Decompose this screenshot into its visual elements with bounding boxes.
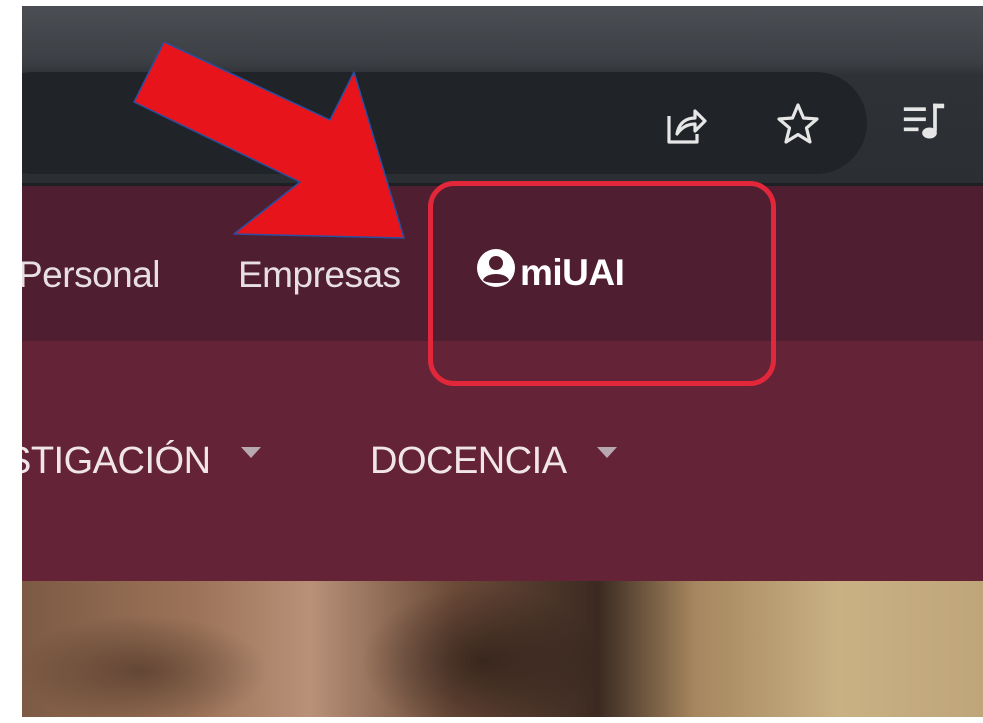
menu-item-label: STIGACIÓN <box>22 440 211 482</box>
star-icon[interactable] <box>776 102 820 146</box>
screenshot-frame: Personal Empresas miUAI STIGACIÓN DOCENC… <box>22 6 983 717</box>
caret-down-icon <box>596 447 617 458</box>
menu-item-docencia[interactable]: DOCENCIA <box>370 440 617 483</box>
share-icon[interactable] <box>663 102 707 146</box>
caret-down-icon <box>240 447 261 458</box>
address-bar[interactable] <box>22 72 867 174</box>
hero-photo-shading <box>22 581 983 717</box>
nav-link-personal[interactable]: Personal <box>22 254 161 296</box>
menu-item-investigacion[interactable]: STIGACIÓN <box>22 440 261 483</box>
menu-item-label: DOCENCIA <box>370 440 567 482</box>
nav-link-empresas[interactable]: Empresas <box>238 254 401 296</box>
media-playlist-icon[interactable] <box>902 100 946 144</box>
highlight-box <box>428 181 776 386</box>
